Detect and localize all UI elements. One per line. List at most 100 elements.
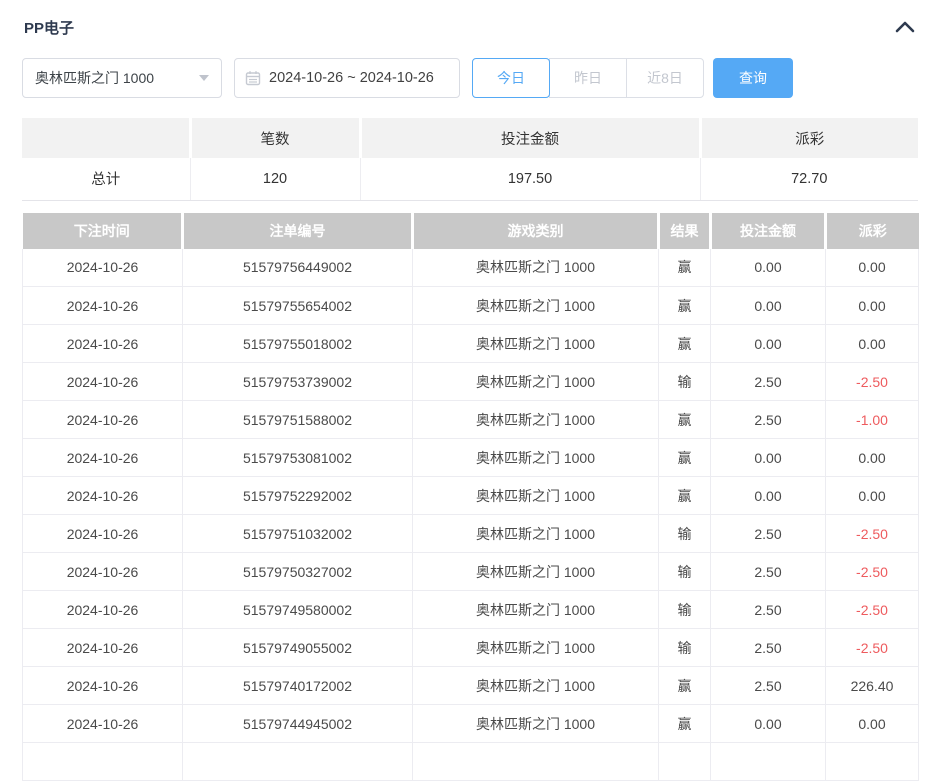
cell-bet-amount: 2.50	[711, 667, 826, 705]
quick-button-today[interactable]: 今日	[472, 58, 550, 98]
cell-bet-time: 2024-10-26	[23, 363, 183, 401]
calendar-icon	[245, 70, 261, 86]
cell-order-id: 51579749055002	[183, 629, 413, 667]
cell-bet-amount: 0.00	[711, 705, 826, 743]
table-row: 2024-10-2651579753081002奥林匹斯之门 1000赢0.00…	[23, 439, 919, 477]
cell-payout: 0.00	[826, 705, 919, 743]
cell-result: 输	[659, 363, 711, 401]
pp-electronic-panel: PP电子 奥林匹斯之门 1000	[0, 0, 928, 781]
cell-game-type: 奥林匹斯之门 1000	[413, 287, 659, 325]
table-row: 2024-10-2651579740172002奥林匹斯之门 1000赢2.50…	[23, 667, 919, 705]
cell-result: 输	[659, 629, 711, 667]
cell-payout: 0.00	[826, 249, 919, 287]
cell-payout: -2.50	[826, 629, 919, 667]
cell-game-type: 奥林匹斯之门 1000	[413, 249, 659, 287]
cell-bet-time	[23, 743, 183, 781]
cell-game-type: 奥林匹斯之门 1000	[413, 705, 659, 743]
table-row: 2024-10-2651579751032002奥林匹斯之门 1000输2.50…	[23, 515, 919, 553]
header-result: 结果	[659, 213, 711, 249]
summary-total-row: 总计 120 197.50 72.70	[22, 158, 918, 200]
cell-order-id: 51579753081002	[183, 439, 413, 477]
table-row: 2024-10-2651579753739002奥林匹斯之门 1000输2.50…	[23, 363, 919, 401]
cell-order-id: 51579751032002	[183, 515, 413, 553]
summary-header-blank	[22, 118, 190, 158]
summary-table: 笔数 投注金额 派彩 总计 120 197.50 72.70	[22, 118, 918, 201]
cell-game-type: 奥林匹斯之门 1000	[413, 477, 659, 515]
cell-game-type: 奥林匹斯之门 1000	[413, 553, 659, 591]
cell-bet-time: 2024-10-26	[23, 401, 183, 439]
cell-order-id	[183, 743, 413, 781]
summary-header-payout: 派彩	[700, 118, 918, 158]
cell-payout: 0.00	[826, 477, 919, 515]
cell-game-type: 奥林匹斯之门 1000	[413, 591, 659, 629]
chevron-up-icon	[895, 21, 915, 33]
game-select-value: 奥林匹斯之门 1000	[35, 68, 154, 88]
cell-payout: -2.50	[826, 515, 919, 553]
table-row: 2024-10-2651579755654002奥林匹斯之门 1000赢0.00…	[23, 287, 919, 325]
cell-bet-time: 2024-10-26	[23, 553, 183, 591]
bet-records-table: 下注时间 注单编号 游戏类别 结果 投注金额 派彩 2024-10-265157…	[22, 213, 919, 781]
filter-controls: 奥林匹斯之门 1000 2024-10-26 ~ 2024-10-26 今日 昨…	[22, 58, 918, 98]
cell-payout: 226.40	[826, 667, 919, 705]
table-row: 2024-10-2651579744945002奥林匹斯之门 1000赢0.00…	[23, 705, 919, 743]
cell-order-id: 51579751588002	[183, 401, 413, 439]
cell-bet-time: 2024-10-26	[23, 705, 183, 743]
cell-bet-amount: 2.50	[711, 591, 826, 629]
cell-result: 输	[659, 515, 711, 553]
cell-result: 输	[659, 553, 711, 591]
cell-payout: 0.00	[826, 325, 919, 363]
cell-bet-amount: 0.00	[711, 477, 826, 515]
cell-game-type	[413, 743, 659, 781]
quick-button-yesterday[interactable]: 昨日	[549, 58, 627, 98]
cell-result: 赢	[659, 667, 711, 705]
header-order-id: 注单编号	[183, 213, 413, 249]
cell-bet-amount: 2.50	[711, 363, 826, 401]
cell-bet-time: 2024-10-26	[23, 439, 183, 477]
query-button[interactable]: 查询	[713, 58, 793, 98]
cell-payout: -2.50	[826, 363, 919, 401]
bet-table-header-row: 下注时间 注单编号 游戏类别 结果 投注金额 派彩	[23, 213, 919, 249]
quick-range-group: 今日 昨日 近8日	[472, 58, 704, 98]
cell-result	[659, 743, 711, 781]
quick-button-last-8-days[interactable]: 近8日	[626, 58, 704, 98]
cell-payout: 0.00	[826, 439, 919, 477]
cell-bet-amount: 0.00	[711, 439, 826, 477]
cell-result: 输	[659, 591, 711, 629]
date-range-value: 2024-10-26 ~ 2024-10-26	[269, 70, 434, 86]
table-row: 2024-10-2651579749580002奥林匹斯之门 1000输2.50…	[23, 591, 919, 629]
cell-game-type: 奥林匹斯之门 1000	[413, 515, 659, 553]
cell-payout	[826, 743, 919, 781]
header-bet-time: 下注时间	[23, 213, 183, 249]
cell-order-id: 51579750327002	[183, 553, 413, 591]
cell-bet-amount: 0.00	[711, 287, 826, 325]
cell-order-id: 51579753739002	[183, 363, 413, 401]
cell-payout: -2.50	[826, 553, 919, 591]
cell-bet-amount: 2.50	[711, 629, 826, 667]
table-row: 2024-10-2651579752292002奥林匹斯之门 1000赢0.00…	[23, 477, 919, 515]
summary-bet-amount-value: 197.50	[360, 158, 700, 200]
cell-bet-time: 2024-10-26	[23, 249, 183, 287]
cell-bet-time: 2024-10-26	[23, 477, 183, 515]
game-select[interactable]: 奥林匹斯之门 1000	[22, 58, 222, 98]
table-row: 2024-10-2651579750327002奥林匹斯之门 1000输2.50…	[23, 553, 919, 591]
cell-game-type: 奥林匹斯之门 1000	[413, 439, 659, 477]
summary-count-value: 120	[190, 158, 360, 200]
cell-bet-amount: 2.50	[711, 401, 826, 439]
cell-payout: -1.00	[826, 401, 919, 439]
cell-order-id: 51579755018002	[183, 325, 413, 363]
header-payout: 派彩	[826, 213, 919, 249]
date-range-input[interactable]: 2024-10-26 ~ 2024-10-26	[234, 58, 460, 98]
cell-result: 赢	[659, 439, 711, 477]
cell-game-type: 奥林匹斯之门 1000	[413, 667, 659, 705]
cell-bet-amount: 0.00	[711, 325, 826, 363]
table-row: 2024-10-2651579749055002奥林匹斯之门 1000输2.50…	[23, 629, 919, 667]
cell-bet-amount: 2.50	[711, 553, 826, 591]
cell-order-id: 51579756449002	[183, 249, 413, 287]
collapse-button[interactable]	[892, 16, 918, 38]
cell-bet-time: 2024-10-26	[23, 629, 183, 667]
summary-header-count: 笔数	[190, 118, 360, 158]
cell-bet-time: 2024-10-26	[23, 515, 183, 553]
cell-order-id: 51579740172002	[183, 667, 413, 705]
cell-bet-time: 2024-10-26	[23, 287, 183, 325]
panel-title: PP电子	[24, 17, 74, 38]
